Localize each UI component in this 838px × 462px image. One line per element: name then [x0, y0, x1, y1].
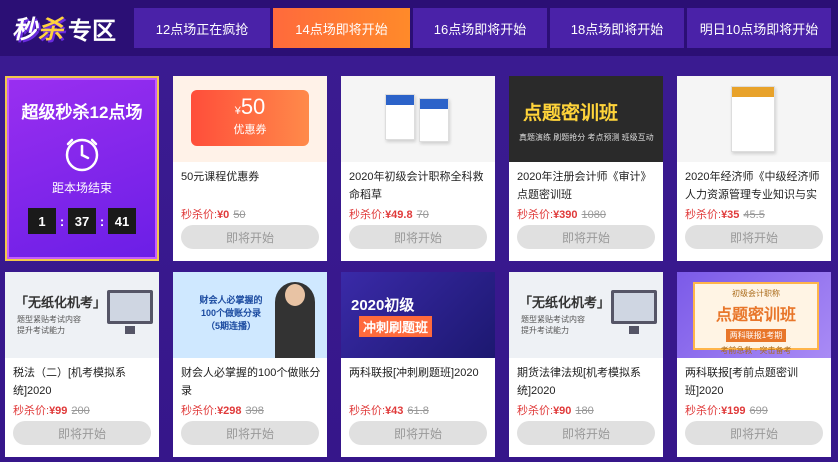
product-title[interactable]: 两科联报[考前点题密训班]2020: [685, 364, 825, 400]
book-graphic: [731, 86, 775, 152]
product-image[interactable]: 「无纸化机考」 题型紧贴考试内容 提升考试能力: [509, 272, 663, 358]
countdown-hours: 1: [28, 208, 56, 234]
product-title[interactable]: 2020年经济师《中级经济师人力资源管理专业知识与实务》: [685, 168, 825, 204]
product-price: 秒杀价:¥298 398: [181, 405, 264, 417]
product-card-books[interactable]: 2020年初级会计职称全科救命稻草 秒杀价:¥49.8 70 即将开始: [341, 76, 495, 261]
book-graphic: [385, 94, 415, 140]
product-card-tax[interactable]: 「无纸化机考」 题型紧贴考试内容 提升考试能力 税法（二）[机考模拟系统]2020…: [5, 272, 159, 457]
header: 秒杀 专区 12点场正在疯抢 14点场即将开始 16点场即将开始 18点场即将开…: [0, 0, 838, 56]
countdown-seconds: 41: [108, 208, 136, 234]
coming-soon-button[interactable]: 即将开始: [685, 421, 823, 445]
session-tabs: 12点场正在疯抢 14点场即将开始 16点场即将开始 18点场即将开始 明日10…: [134, 8, 831, 48]
product-price: 秒杀价:¥0 50: [181, 209, 246, 221]
product-title[interactable]: 税法（二）[机考模拟系统]2020: [13, 364, 153, 400]
coming-soon-button[interactable]: 即将开始: [517, 421, 655, 445]
coupon-graphic: ¥50 优惠券: [191, 90, 309, 146]
coming-soon-button[interactable]: 即将开始: [349, 225, 487, 249]
logo-main: 秒杀: [12, 16, 65, 44]
product-price: 秒杀价:¥43 61.8: [349, 405, 429, 417]
coming-soon-button[interactable]: 即将开始: [517, 225, 655, 249]
countdown-timer: 1 : 37 : 41: [7, 208, 157, 234]
book-graphic: [419, 98, 449, 142]
coming-soon-button[interactable]: 即将开始: [685, 225, 823, 249]
product-image[interactable]: 财会人必掌握的 100个做账分录 （5期连播）: [173, 272, 327, 358]
product-card-sprint[interactable]: 2020初级 冲刺刷题班 两科联报[冲刺刷题班]2020 秒杀价:¥43 61.8…: [341, 272, 495, 457]
product-title[interactable]: 两科联报[冲刺刷题班]2020: [349, 364, 489, 400]
countdown-separator: :: [59, 213, 65, 229]
product-image[interactable]: 「无纸化机考」 题型紧贴考试内容 提升考试能力: [5, 272, 159, 358]
product-card-finance[interactable]: 财会人必掌握的 100个做账分录 （5期连播） 财会人必掌握的100个做账分录 …: [173, 272, 327, 457]
product-price: 秒杀价:¥99 200: [13, 405, 90, 417]
product-price: 秒杀价:¥49.8 70: [349, 209, 429, 221]
product-title[interactable]: 2020年初级会计职称全科救命稻草: [349, 168, 489, 204]
coming-soon-button[interactable]: 即将开始: [349, 421, 487, 445]
product-card-futures[interactable]: 「无纸化机考」 题型紧贴考试内容 提升考试能力 期货法律法规[机考模拟系统]202…: [509, 272, 663, 457]
product-price: 秒杀价:¥390 1080: [517, 209, 607, 221]
countdown-title: 超级秒杀12点场: [21, 103, 143, 122]
tab-12[interactable]: 12点场正在疯抢: [134, 8, 270, 48]
product-price: 秒杀价:¥90 180: [517, 405, 594, 417]
logo-sub: 专区: [68, 17, 117, 45]
monitor-icon: [107, 290, 153, 324]
countdown-separator: :: [99, 213, 105, 229]
product-card-review[interactable]: 初级会计职称 点题密训班 两科联报1考期 考前急救 · 突击备考 两科联报[考前…: [677, 272, 831, 457]
tab-16[interactable]: 16点场即将开始: [413, 8, 547, 48]
tab-tomorrow-10[interactable]: 明日10点场即将开始: [687, 8, 831, 48]
monitor-icon: [611, 290, 657, 324]
product-image[interactable]: 2020初级 冲刺刷题班: [341, 272, 495, 358]
product-image[interactable]: 初级会计职称 点题密训班 两科联报1考期 考前急救 · 突击备考: [677, 272, 831, 358]
countdown-panel: 超级秒杀12点场 距本场结束 1 : 37 : 41: [5, 76, 159, 261]
countdown-minutes: 37: [68, 208, 96, 234]
product-image[interactable]: [341, 76, 495, 162]
seckill-logo[interactable]: 秒杀 专区: [12, 8, 124, 48]
clock-icon: [64, 137, 100, 173]
countdown-label: 距本场结束: [51, 181, 112, 195]
product-price: 秒杀价:¥199 699: [685, 405, 768, 417]
product-title[interactable]: 财会人必掌握的100个做账分录: [181, 364, 321, 400]
coming-soon-button[interactable]: 即将开始: [181, 421, 319, 445]
product-card-economist[interactable]: 2020年经济师《中级经济师人力资源管理专业知识与实务》 秒杀价:¥3545.5…: [677, 76, 831, 261]
product-title[interactable]: 2020年注册会计师《审计》点题密训班: [517, 168, 657, 204]
tab-18[interactable]: 18点场即将开始: [550, 8, 684, 48]
page: 秒杀 专区 12点场正在疯抢 14点场即将开始 16点场即将开始 18点场即将开…: [0, 0, 838, 462]
product-title[interactable]: 期货法律法规[机考模拟系统]2020: [517, 364, 657, 400]
coming-soon-button[interactable]: 即将开始: [181, 225, 319, 249]
product-title[interactable]: 50元课程优惠券: [181, 168, 321, 204]
coming-soon-button[interactable]: 即将开始: [13, 421, 151, 445]
tab-14[interactable]: 14点场即将开始: [273, 8, 410, 48]
product-card-coupon[interactable]: ¥50 优惠券 50元课程优惠券 秒杀价:¥0 50 即将开始: [173, 76, 327, 261]
product-price: 秒杀价:¥35 45.5: [685, 209, 765, 221]
product-image[interactable]: ¥50 优惠券: [173, 76, 327, 162]
product-card-audit[interactable]: 点题密训班 真题演练 刷题抢分 考点预测 班级互动 2020年注册会计师《审计》…: [509, 76, 663, 261]
product-image[interactable]: 点题密训班 真题演练 刷题抢分 考点预测 班级互动: [509, 76, 663, 162]
product-image[interactable]: [677, 76, 831, 162]
